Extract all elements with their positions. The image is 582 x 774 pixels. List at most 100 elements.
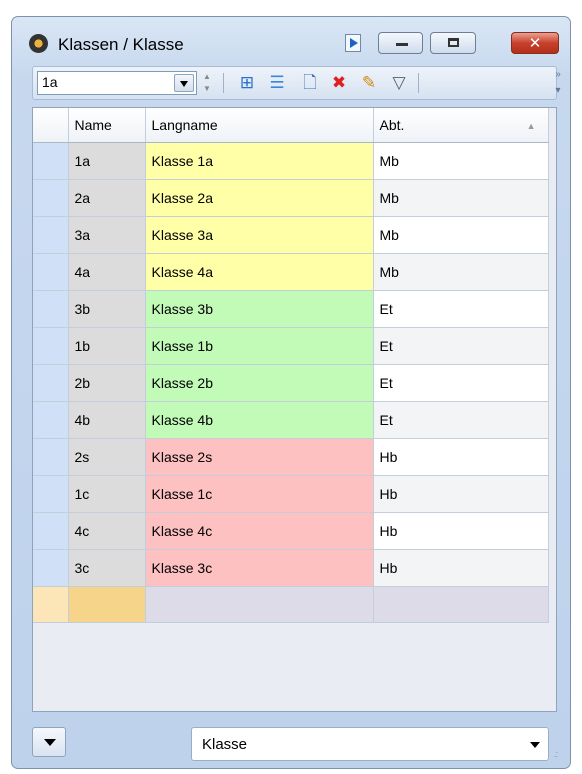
maximize-icon: [448, 38, 459, 47]
cell-name[interactable]: 3b: [68, 290, 146, 328]
new-row-cell[interactable]: [373, 586, 549, 623]
table-row[interactable]: 1b Klasse 1b Et: [33, 327, 549, 365]
table-row[interactable]: 1c Klasse 1c Hb: [33, 475, 549, 513]
cell-abt[interactable]: Mb: [373, 142, 549, 180]
cell-langname[interactable]: Klasse 3b: [145, 290, 374, 328]
row-selector[interactable]: [33, 475, 69, 513]
row-selector[interactable]: [33, 438, 69, 476]
close-icon: ✕: [528, 34, 542, 52]
toolbar-separator: [418, 73, 419, 93]
row-selector[interactable]: [33, 179, 69, 217]
clock-icon: [29, 34, 48, 53]
run-icon[interactable]: [345, 34, 361, 52]
table-row[interactable]: 4c Klasse 4c Hb: [33, 512, 549, 550]
cell-langname[interactable]: Klasse 2a: [145, 179, 374, 217]
cell-name[interactable]: 2b: [68, 364, 146, 402]
cell-abt[interactable]: Mb: [373, 253, 549, 291]
record-spinner[interactable]: ▲ ▼: [200, 71, 214, 95]
row-selector[interactable]: [33, 512, 69, 550]
class-select[interactable]: 1a: [37, 71, 197, 95]
cell-abt[interactable]: Hb: [373, 549, 549, 587]
table-row[interactable]: 3a Klasse 3a Mb: [33, 216, 549, 254]
table-row[interactable]: 4a Klasse 4a Mb: [33, 253, 549, 291]
cell-abt[interactable]: Et: [373, 364, 549, 402]
column-header-name[interactable]: Name: [68, 108, 146, 143]
close-button[interactable]: ✕: [511, 32, 559, 54]
cell-name[interactable]: 4c: [68, 512, 146, 550]
row-selector-header[interactable]: [33, 108, 69, 143]
klassen-window: Klassen / Klasse ✕ 1a ▲ ▼ ⊞ ☰ 🗋 ✖ ✎ ▽ » …: [11, 16, 571, 769]
row-selector[interactable]: [33, 401, 69, 439]
cell-langname[interactable]: Klasse 2s: [145, 438, 374, 476]
view-select[interactable]: Klasse: [191, 727, 549, 761]
table-row[interactable]: 3c Klasse 3c Hb: [33, 549, 549, 587]
cell-abt[interactable]: Hb: [373, 512, 549, 550]
cell-abt[interactable]: Hb: [373, 438, 549, 476]
class-select-value: 1a: [42, 74, 58, 90]
table-row[interactable]: 2s Klasse 2s Hb: [33, 438, 549, 476]
cell-name[interactable]: 3a: [68, 216, 146, 254]
cell-langname[interactable]: Klasse 2b: [145, 364, 374, 402]
cell-name[interactable]: 4b: [68, 401, 146, 439]
row-selector[interactable]: [33, 327, 69, 365]
cell-abt[interactable]: Mb: [373, 179, 549, 217]
minimize-button[interactable]: [378, 32, 423, 54]
row-selector[interactable]: [33, 364, 69, 402]
chevron-down-icon[interactable]: [530, 742, 540, 748]
row-selector[interactable]: [33, 549, 69, 587]
cell-langname[interactable]: Klasse 1c: [145, 475, 374, 513]
cell-name[interactable]: 3c: [68, 549, 146, 587]
filter-icon[interactable]: ▽: [388, 72, 410, 94]
row-selector[interactable]: [33, 253, 69, 291]
new-document-icon[interactable]: 🗋: [299, 72, 321, 94]
add-row-icon[interactable]: ⊞: [236, 72, 258, 94]
list-icon[interactable]: ☰: [266, 72, 288, 94]
cell-abt[interactable]: Et: [373, 327, 549, 365]
cell-langname[interactable]: Klasse 4c: [145, 512, 374, 550]
cell-langname[interactable]: Klasse 1a: [145, 142, 374, 180]
table-row[interactable]: 2a Klasse 2a Mb: [33, 179, 549, 217]
row-selector[interactable]: [33, 290, 69, 328]
table-row[interactable]: 4b Klasse 4b Et: [33, 401, 549, 439]
new-row-cell[interactable]: [68, 586, 146, 623]
new-row-cell[interactable]: [145, 586, 374, 623]
edit-icon[interactable]: ✎: [358, 72, 380, 94]
cell-name[interactable]: 2s: [68, 438, 146, 476]
maximize-button[interactable]: [430, 32, 476, 54]
row-selector[interactable]: [33, 216, 69, 254]
cell-langname[interactable]: Klasse 1b: [145, 327, 374, 365]
table-row[interactable]: 2b Klasse 2b Et: [33, 364, 549, 402]
chevron-down-icon[interactable]: [174, 74, 194, 92]
cell-langname[interactable]: Klasse 3c: [145, 549, 374, 587]
cell-abt[interactable]: Et: [373, 290, 549, 328]
column-header-langname[interactable]: Langname: [145, 108, 374, 143]
cell-langname[interactable]: Klasse 4a: [145, 253, 374, 291]
title-bar[interactable]: Klassen / Klasse ✕: [12, 17, 570, 67]
header-row: Name Langname Abt. ▲: [33, 108, 549, 143]
delete-icon[interactable]: ✖: [328, 72, 350, 94]
row-selector[interactable]: [33, 142, 69, 180]
cell-langname[interactable]: Klasse 3a: [145, 216, 374, 254]
footer-bar: Klasse .:: [32, 727, 567, 765]
cell-name[interactable]: 2a: [68, 179, 146, 217]
spin-up-icon[interactable]: ▲: [200, 71, 214, 83]
table-row[interactable]: 1a Klasse 1a Mb: [33, 142, 549, 180]
cell-abt[interactable]: Hb: [373, 475, 549, 513]
cell-abt[interactable]: Mb: [373, 216, 549, 254]
new-row[interactable]: [33, 586, 549, 623]
cell-name[interactable]: 1b: [68, 327, 146, 365]
cell-name[interactable]: 1c: [68, 475, 146, 513]
cell-name[interactable]: 1a: [68, 142, 146, 180]
footer-menu-button[interactable]: [32, 727, 66, 757]
class-grid: Name Langname Abt. ▲ 1a Klasse 1a Mb 2a Klass…: [32, 107, 557, 712]
spin-down-icon[interactable]: ▼: [200, 83, 214, 95]
toolbar-overflow[interactable]: » ▾: [552, 67, 564, 99]
new-row-cell[interactable]: [33, 586, 69, 623]
column-header-abt[interactable]: Abt. ▲: [373, 108, 549, 143]
cell-langname[interactable]: Klasse 4b: [145, 401, 374, 439]
cell-name[interactable]: 4a: [68, 253, 146, 291]
resize-grip-icon[interactable]: .:: [554, 749, 558, 759]
cell-abt[interactable]: Et: [373, 401, 549, 439]
chevron-down-icon: ▾: [555, 85, 561, 96]
table-row[interactable]: 3b Klasse 3b Et: [33, 290, 549, 328]
